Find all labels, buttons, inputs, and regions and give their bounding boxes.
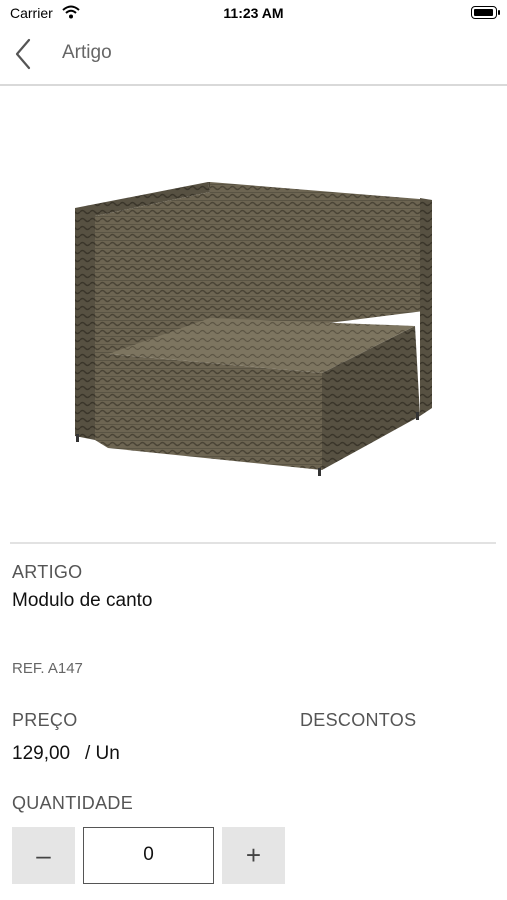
artigo-label: ARTIGO [12,562,83,582]
back-button[interactable] [10,36,40,72]
clock: 11:23 AM [223,5,284,21]
minus-icon: – [36,840,51,870]
descontos-label: DESCONTOS [300,710,417,730]
product-image [75,182,432,476]
battery-level [474,9,493,16]
quantidade-label: QUANTIDADE [12,793,134,813]
chevron-left-icon [15,38,31,70]
quantity-input[interactable]: 0 [83,827,214,884]
preco-label: PREÇO [12,710,78,730]
price-unit: / Un [85,743,120,764]
product-ref: REF. A147 [12,660,83,677]
battery-icon [471,6,500,19]
increment-button[interactable]: + [222,827,285,884]
navigation-bar: Artigo [0,26,507,86]
section-divider [10,542,496,544]
price-value: 129,00 [12,743,71,764]
status-bar: Carrier 11:23 AM [0,0,507,26]
plus-icon: + [245,840,262,870]
product-name: Modulo de canto [12,590,153,611]
page-title: Artigo [62,42,112,63]
decrement-button[interactable]: – [12,827,75,884]
